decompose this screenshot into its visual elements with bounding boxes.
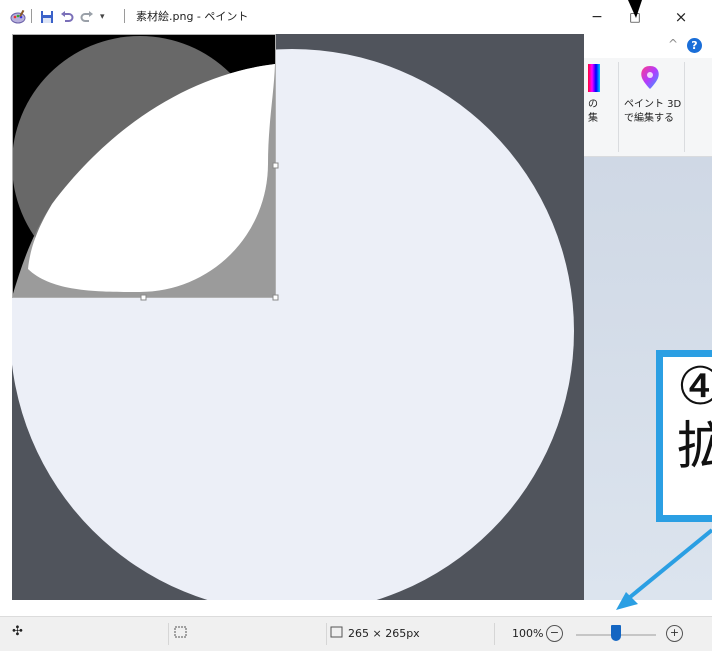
window-title: 素材絵.png - ペイント	[136, 10, 249, 23]
title-separator	[31, 9, 32, 23]
move-cursor-icon: ✣	[12, 624, 23, 639]
annotation-step-number: ④	[677, 357, 712, 417]
paint-palette-icon[interactable]	[10, 9, 26, 28]
resize-handle[interactable]	[272, 162, 279, 169]
paint3d-icon[interactable]	[638, 64, 662, 92]
ribbon: の 集 ペイント 3D で編集する	[584, 58, 712, 157]
annotation-callout: ④ 拡	[656, 350, 712, 522]
help-icon[interactable]: ?	[687, 38, 702, 53]
edit-colors-label-2: 集	[588, 113, 598, 124]
zoom-out-button[interactable]: −	[546, 625, 563, 642]
title-separator	[124, 9, 125, 23]
status-separator	[168, 623, 169, 645]
ribbon-separator	[618, 62, 619, 152]
image-size-text: 265 × 265px	[348, 627, 420, 640]
edit-colors-icon[interactable]	[588, 64, 600, 92]
selection-rect-icon	[174, 625, 188, 643]
save-icon[interactable]	[40, 10, 54, 28]
annotation-text: 拡	[677, 417, 712, 477]
zoom-in-button[interactable]: +	[666, 625, 683, 642]
zoom-level-text: 100%	[512, 627, 544, 640]
redo-icon[interactable]	[80, 10, 94, 28]
image-canvas[interactable]	[12, 34, 584, 600]
chevron-down-icon[interactable]: ▾	[100, 10, 105, 24]
close-button[interactable]: ×	[666, 4, 696, 30]
ribbon-separator	[684, 62, 685, 152]
paint3d-label[interactable]: ペイント 3D	[624, 98, 681, 112]
maximize-button[interactable]: □	[620, 4, 650, 30]
image-size-icon	[330, 625, 344, 643]
status-separator	[494, 623, 495, 645]
zoom-slider-thumb[interactable]	[611, 625, 621, 641]
title-bar: ▾ 素材絵.png - ペイント − □ ×	[0, 0, 712, 34]
canvas-image	[12, 34, 574, 600]
paint3d-label-2[interactable]: で編集する	[624, 112, 674, 126]
resize-handle[interactable]	[140, 294, 147, 301]
collapse-ribbon-icon[interactable]: ^	[668, 37, 678, 51]
edit-colors-label: の	[588, 99, 598, 110]
undo-icon[interactable]	[60, 10, 74, 28]
minimize-button[interactable]: −	[582, 4, 612, 30]
status-separator	[326, 623, 327, 645]
resize-handle[interactable]	[272, 294, 279, 301]
status-bar: ✣ 265 × 265px 100% − +	[0, 616, 712, 651]
